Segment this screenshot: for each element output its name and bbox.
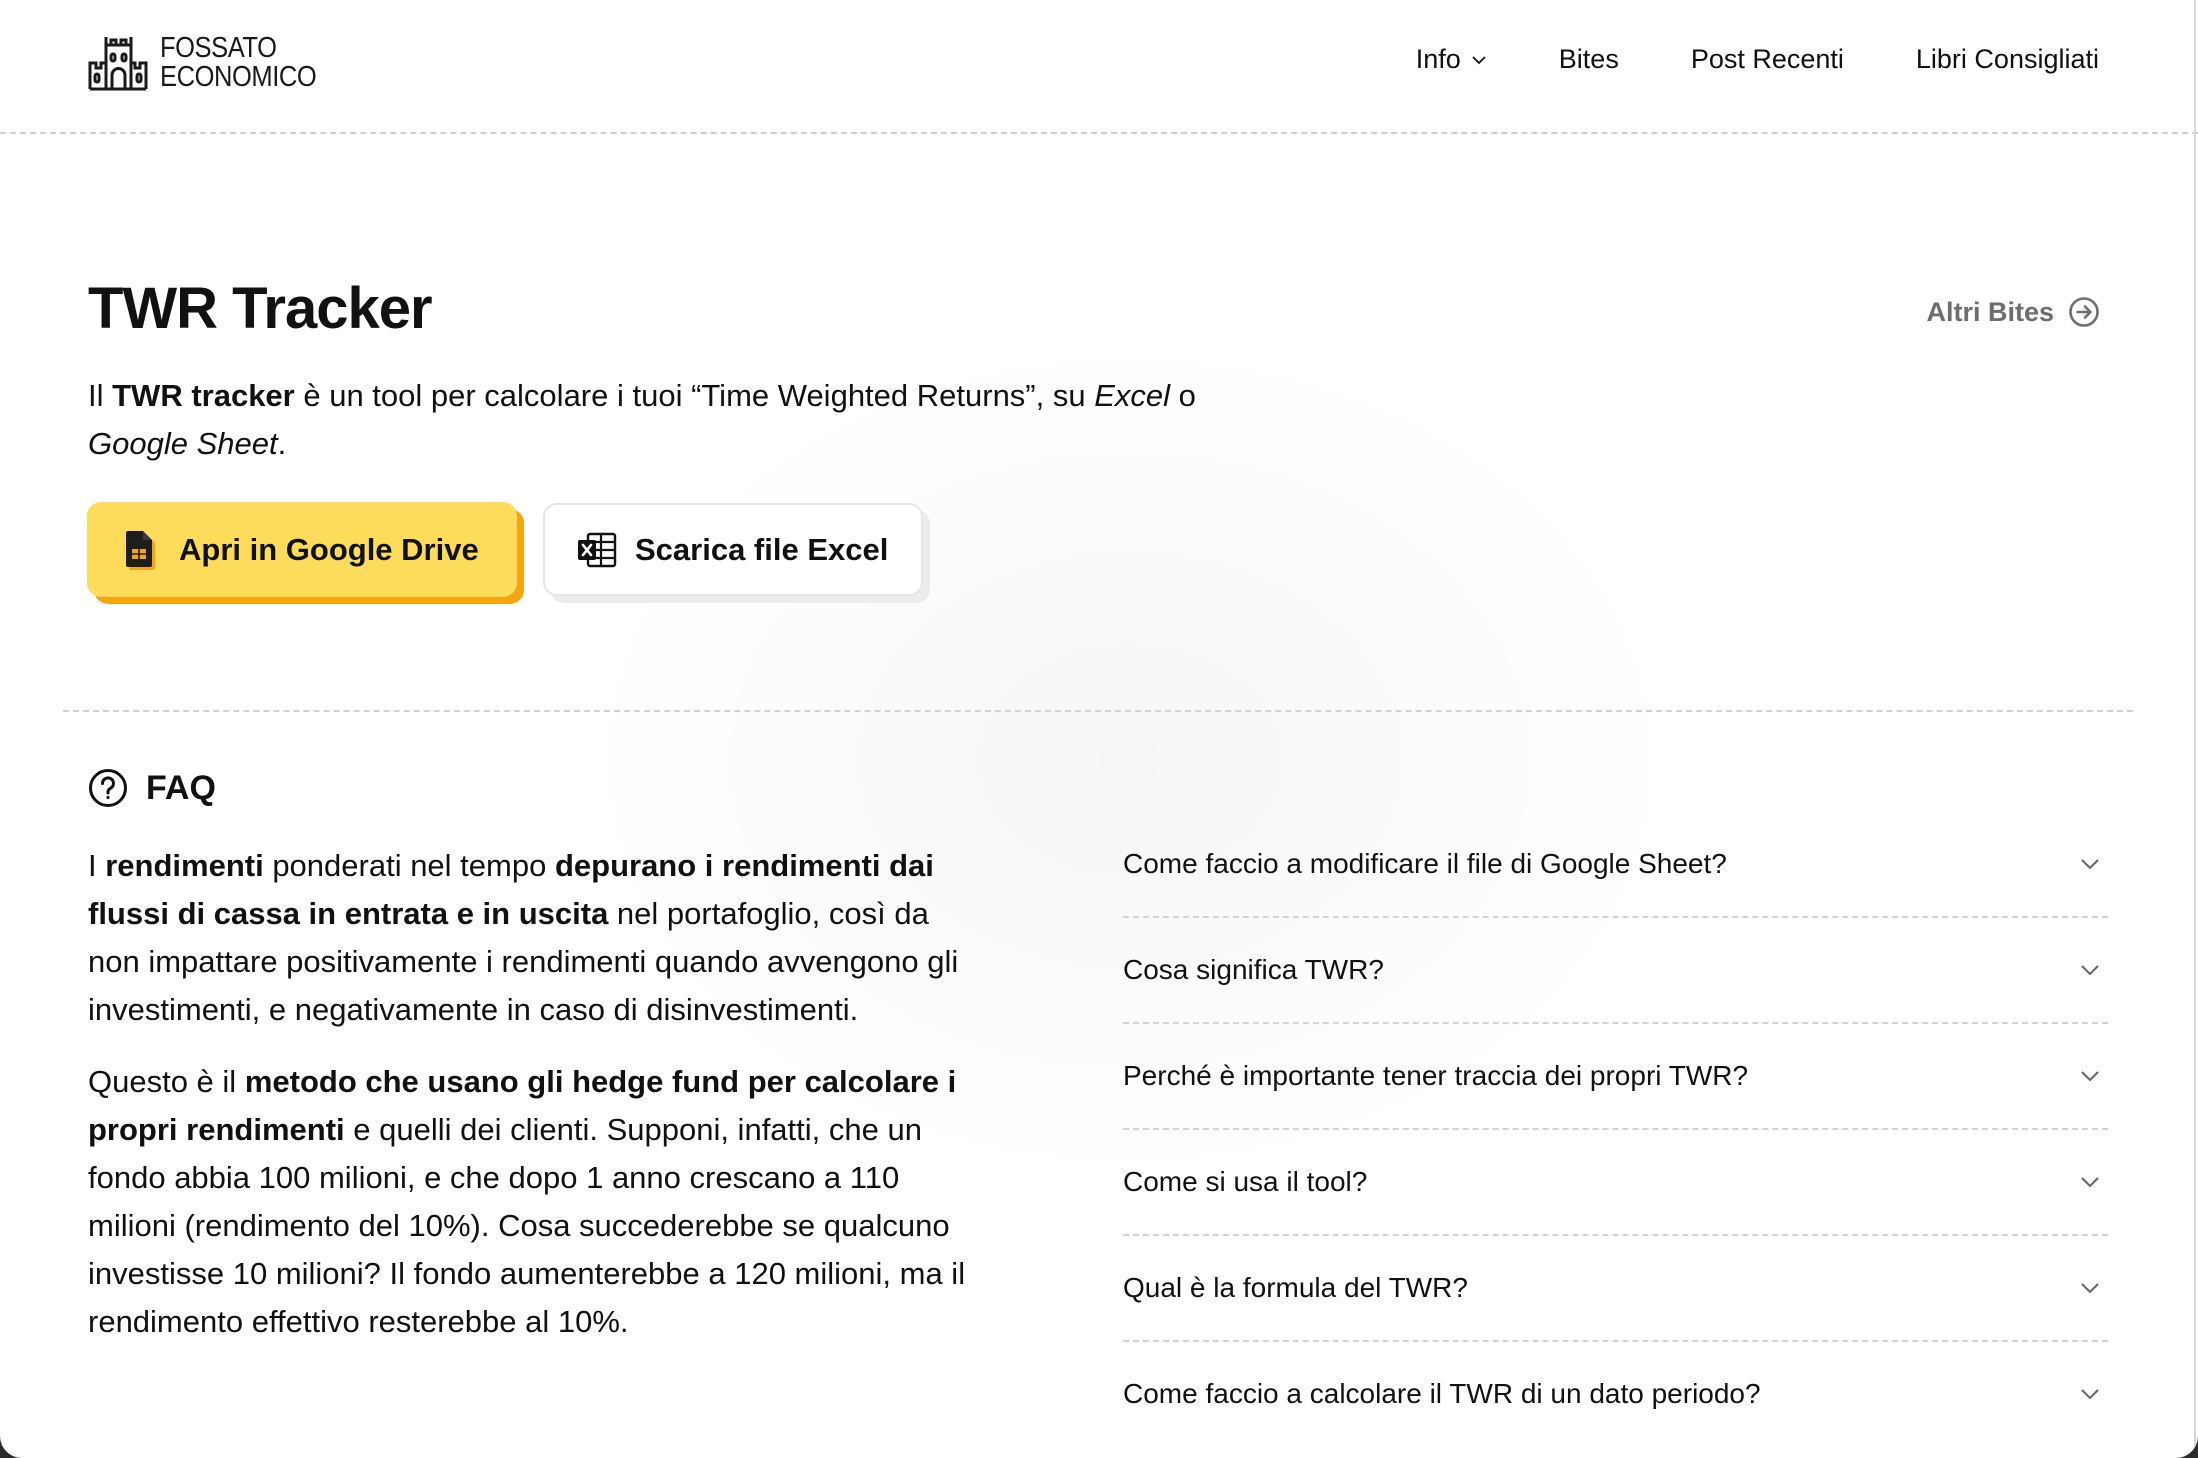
faq-paragraph: Questo è il metodo che usano gli hedge f… [88,1058,988,1346]
intro-bold: TWR tracker [112,378,295,413]
nav-item-info[interactable]: Info [1416,44,1487,75]
emphasis-text: rendimenti [105,848,264,883]
chevron-down-icon [2081,965,2099,976]
faq-question: Qual è la formula del TWR? [1123,1272,1468,1303]
faq-accordion: Come faccio a modificare il file di Goog… [1123,812,2108,1446]
intro-text: è un tool per calcolare i tuoi “Time Wei… [294,378,1095,413]
page-title: TWR Tracker [88,276,433,341]
faq-description: I rendimenti ponderati nel tempo depuran… [88,842,988,1370]
intro-text: o [1170,378,1196,413]
section-divider [63,710,2133,712]
faq-question: Cosa significa TWR? [1123,954,1384,985]
logo-text: FOSSATO ECONOMICO [160,32,317,93]
faq-item[interactable]: Come faccio a modificare il file di Goog… [1123,812,2108,918]
site-logo[interactable]: FOSSATO ECONOMICO [88,34,338,92]
google-sheets-icon [126,530,155,570]
faq-question: Come faccio a calcolare il TWR di un dat… [1123,1378,1761,1409]
download-excel-button[interactable]: Scarica file Excel [543,503,923,596]
altri-bites-link[interactable]: Altri Bites [1926,296,2100,328]
faq-item[interactable]: Perché è importante tener traccia dei pr… [1123,1024,2108,1130]
altri-bites-label: Altri Bites [1926,296,2054,327]
intro-text: . [277,426,287,461]
body-text: ponderati nel tempo [263,848,555,883]
faq-item[interactable]: Come si usa il tool? [1123,1130,2108,1236]
faq-item[interactable]: Qual è la formula del TWR? [1123,1236,2108,1342]
faq-paragraph: I rendimenti ponderati nel tempo depuran… [88,842,988,1034]
browser-page: FOSSATO ECONOMICO Info Bites Post Recent… [0,0,2198,1458]
main-nav: Info Bites Post Recenti Libri Consigliat… [1416,44,2099,75]
open-google-drive-label: Apri in Google Drive [179,531,479,567]
faq-item[interactable]: Come faccio a calcolare il TWR di un dat… [1123,1342,2108,1446]
faq-question: Come si usa il tool? [1123,1166,1368,1197]
intro-excel: Excel [1094,378,1171,413]
faq-question: Perché è importante tener traccia dei pr… [1123,1060,1749,1091]
excel-icon [578,532,617,567]
body-text: I [88,848,106,883]
faq-question: Come faccio a modificare il file di Goog… [1123,848,1727,879]
castle-icon [88,35,148,91]
chevron-down-icon [2081,1177,2099,1188]
intro-paragraph: Il TWR tracker è un tool per calcolare i… [88,372,1388,468]
header-divider [0,132,2198,134]
faq-title: FAQ [146,768,216,807]
faq-item[interactable]: Cosa significa TWR? [1123,918,2108,1024]
logo-line-2: ECONOMICO [160,61,317,93]
faq-heading: FAQ [88,768,216,808]
site-header: FOSSATO ECONOMICO Info Bites Post Recent… [0,0,2198,133]
nav-item-info-label: Info [1415,44,1461,74]
intro-text: Il [88,378,113,413]
chevron-down-icon [2081,1071,2099,1082]
chevron-down-icon [1472,55,1486,64]
nav-item-bites[interactable]: Bites [1559,44,1619,75]
chevron-down-icon [2081,859,2099,870]
download-excel-label: Scarica file Excel [635,531,889,567]
logo-line-1: FOSSATO [160,32,277,64]
nav-item-libri-consigliati[interactable]: Libri Consigliati [1916,44,2099,75]
chevron-down-icon [2081,1389,2099,1400]
question-circle-icon [89,769,127,807]
body-text: Questo è il [88,1064,245,1099]
chevron-down-icon [2081,1283,2099,1294]
intro-google-sheet: Google Sheet [88,426,278,461]
open-google-drive-button[interactable]: Apri in Google Drive [87,502,517,597]
scrollbar-edge [2194,0,2196,1458]
nav-item-post-recenti[interactable]: Post Recenti [1691,44,1844,75]
arrow-circle-right-icon [2069,297,2099,327]
